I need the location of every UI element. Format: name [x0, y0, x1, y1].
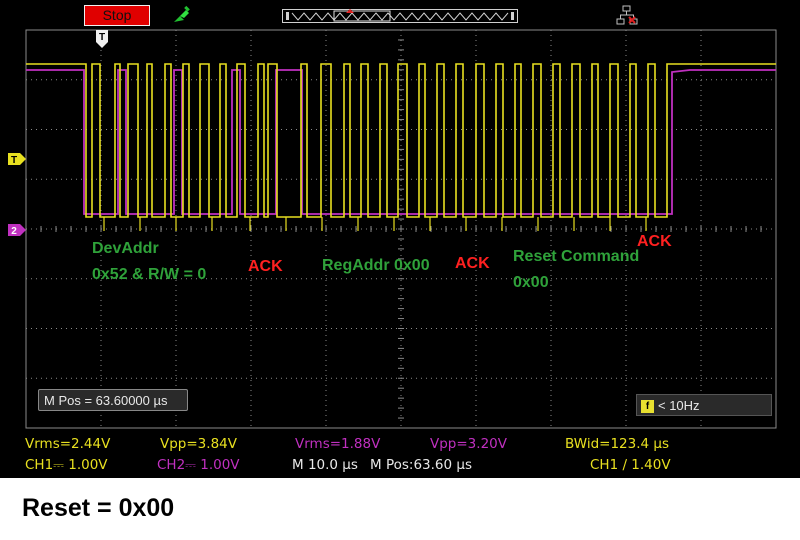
- bandwidth-readout: BWid=123.4 µs: [565, 436, 670, 452]
- reset-command-label: Reset Command: [513, 248, 640, 265]
- dev-addr-label: DevAddr: [92, 240, 159, 257]
- trigger-position-marker: T: [96, 30, 108, 48]
- timebase-readout: M 10.0 µs: [292, 457, 358, 473]
- ch1-vrms: Vrms=2.44V: [25, 436, 111, 452]
- ch1-vpp: Vpp=3.84V: [160, 436, 237, 452]
- ack-label-2: ACK: [455, 255, 490, 272]
- trigger-frequency-icon: f: [641, 400, 654, 414]
- svg-text:2: 2: [11, 226, 17, 237]
- ch2-vrms: Vrms=1.88V: [295, 436, 381, 452]
- trigger-setting: CH1 ∕ 1.40V: [590, 457, 671, 473]
- caption: Reset = 0x00: [22, 494, 175, 522]
- trigger-frequency-readout: f < 10Hz: [636, 394, 772, 416]
- svg-text:T: T: [99, 32, 105, 43]
- ch2-ground-marker: 2: [8, 224, 26, 237]
- oscilloscope-screen: Stop TT2 DevAddr 0x52 & R/W = 0 ACK RegA…: [0, 0, 800, 478]
- ch2-vpp: Vpp=3.20V: [430, 436, 507, 452]
- ack-label-3: ACK: [637, 233, 672, 250]
- memory-position-readout: M Pos = 63.60000 µs: [38, 389, 188, 411]
- ch2-scale: CH2⎓ 1.00V: [157, 457, 240, 473]
- reset-command-value-label: 0x00: [513, 274, 549, 291]
- reg-addr-label: RegAddr 0x00: [322, 257, 430, 274]
- svg-text:T: T: [11, 155, 17, 166]
- memory-position-status: M Pos:63.60 µs: [370, 457, 473, 473]
- ch1-scale: CH1⎓ 1.00V: [25, 457, 108, 473]
- ack-label-1: ACK: [248, 258, 283, 275]
- trigger-frequency-value: < 10Hz: [658, 398, 700, 413]
- dev-addr-value-label: 0x52 & R/W = 0: [92, 266, 207, 283]
- ch1-trigger-level-marker: T: [8, 153, 26, 166]
